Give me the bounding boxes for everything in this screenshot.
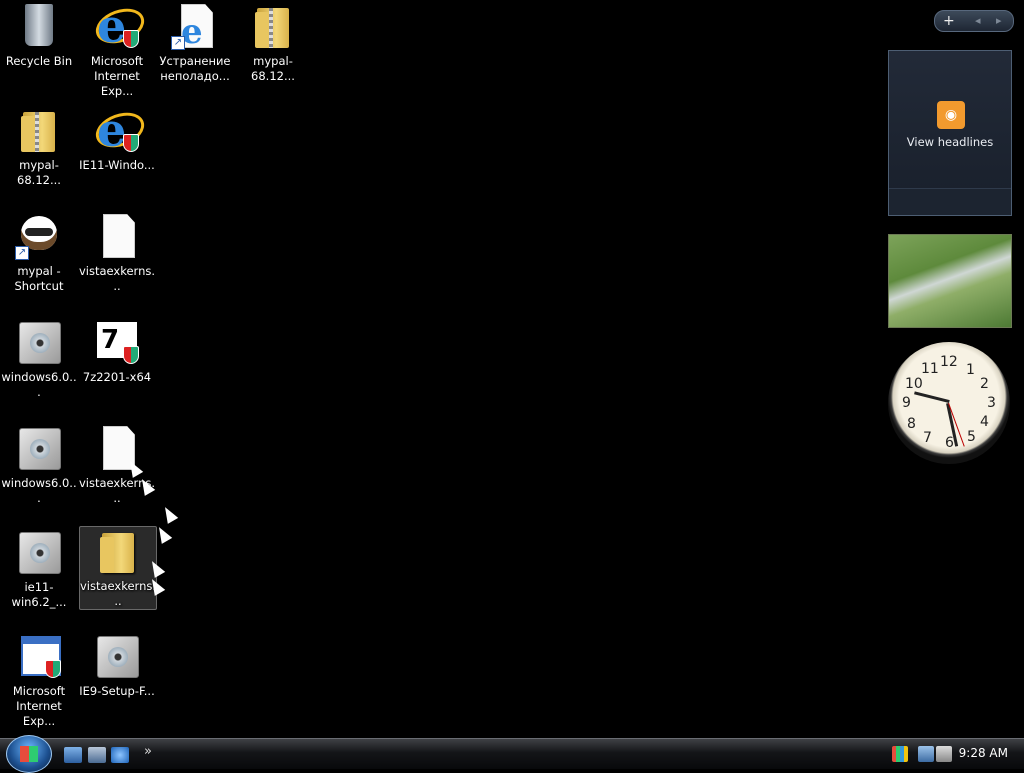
seven-zip-icon: 7 [93,318,141,366]
icon-label: 7z2201-x64 [82,370,152,384]
clock-hour-hand [914,391,950,403]
installer-icon [15,528,63,576]
desktop: Recycle Bin mypal-68.12... ↗ mypal - Sho… [0,0,1024,738]
desktop-file-windows6-1[interactable]: windows6.0... [1,318,77,400]
recycle-bin-icon[interactable]: Recycle Bin [1,2,77,69]
clock-number-1: 1 [966,362,975,378]
icon-label: Microsoft Internet Exp... [12,684,66,728]
feed-gadget-footer [889,188,1011,215]
raccoon-icon: ↗ [15,212,63,260]
icon-label: windows6.0... [1,370,77,399]
blank-document-icon [93,212,141,260]
sidebar-controls: + ◂ ▸ [934,10,1014,32]
network-icon[interactable] [918,746,934,762]
icon-label: vistaexkerns... [79,264,156,293]
clock-number-8: 8 [907,416,916,432]
desktop-zip-mypal[interactable]: mypal-68.12... [235,2,311,84]
icon-label: Microsoft Internet Exp... [90,54,144,98]
icon-label: Recycle Bin [5,54,73,68]
trash-icon [15,2,63,50]
icon-label: Устранение неполадо... [159,54,231,83]
clock-number-10: 10 [905,376,923,392]
folder-icon [15,106,63,154]
clock-gadget[interactable]: 12 1 2 3 4 5 6 7 8 9 10 11 [888,342,1010,464]
rss-icon: ◉ [937,101,965,129]
desktop-app-ie-setup[interactable]: Microsoft Internet Exp... [1,632,77,729]
window-app-icon [15,632,63,680]
uac-shield-icon [123,346,139,364]
installer-icon [15,424,63,472]
shortcut-arrow-icon: ↗ [171,36,185,50]
desktop-folder-mypal[interactable]: mypal-68.12... [1,106,77,188]
icon-label: IE9-Setup-F... [79,684,155,698]
system-tray: 9:28 AM [884,739,1024,769]
start-button[interactable] [6,735,52,773]
internet-explorer-icon: e [91,106,149,154]
clock-number-7: 7 [923,430,932,446]
show-desktop-icon[interactable] [64,747,82,763]
clock-number-4: 4 [980,414,989,430]
icon-label: mypal - Shortcut [14,264,64,293]
desktop-app-ie9-setup[interactable]: IE9-Setup-F... [79,632,155,699]
desktop-app-internet-explorer[interactable]: e Microsoft Internet Exp... [79,2,155,99]
windows-security-icon[interactable] [892,746,908,762]
gadget-nav-arrows[interactable]: ◂ ▸ [975,11,1008,31]
taskbar: » 9:28 AM [0,735,1024,773]
icon-label: vistaexkerns... [80,579,157,608]
desktop-file-ie11-win6[interactable]: ie11-win6.2_... [1,528,77,610]
zip-folder-icon [249,2,297,50]
clock-number-11: 11 [921,361,939,377]
desktop-app-7zip[interactable]: 7 7z2201-x64 [79,318,155,385]
switch-windows-icon[interactable] [88,747,106,763]
windows-logo-icon [20,746,38,762]
taskbar-clock[interactable]: 9:28 AM [959,746,1008,760]
shortcut-arrow-icon: ↗ [15,246,29,260]
desktop-shortcut-troubleshoot[interactable]: e ↗ Устранение неполадо... [157,2,233,84]
icon-label: windows6.0... [1,476,77,505]
icon-label: mypal-68.12... [251,54,295,83]
folder-icon [94,527,142,575]
internet-explorer-document-icon: e ↗ [171,2,219,52]
uac-shield-icon [45,660,61,678]
quicklaunch-more-button[interactable]: » [144,744,152,759]
desktop-file-vistaexkerns-1[interactable]: vistaexkerns... [79,212,155,294]
volume-muted-icon[interactable] [936,746,952,762]
desktop-file-windows6-2[interactable]: windows6.0... [1,424,77,506]
icon-label: IE11-Windo... [79,158,155,172]
clock-number-2: 2 [980,376,989,392]
internet-explorer-quicklaunch-icon[interactable] [111,747,129,763]
desktop-folder-vistaexkerns[interactable]: vistaexkerns... [79,526,157,610]
clock-number-12: 12 [940,354,958,370]
installer-icon [15,318,63,366]
view-headlines-text: View headlines [906,135,994,149]
desktop-shortcut-mypal[interactable]: ↗ mypal - Shortcut [1,212,77,294]
icon-label: mypal-68.12... [17,158,61,187]
internet-explorer-icon: e [91,2,149,50]
feed-headlines-gadget[interactable]: ◉ View headlines [888,50,1012,216]
installer-icon [93,632,141,680]
slideshow-gadget[interactable] [888,234,1012,328]
clock-number-5: 5 [967,429,976,445]
icon-label: ie11-win6.2_... [11,580,67,609]
mouse-cursor [159,504,179,524]
uac-shield-icon [123,30,139,48]
uac-shield-icon [123,134,139,152]
desktop-app-ie11-windows[interactable]: e IE11-Windo... [79,106,155,173]
clock-number-9: 9 [902,395,911,411]
clock-number-3: 3 [987,395,996,411]
add-gadget-button[interactable]: + [943,11,955,31]
